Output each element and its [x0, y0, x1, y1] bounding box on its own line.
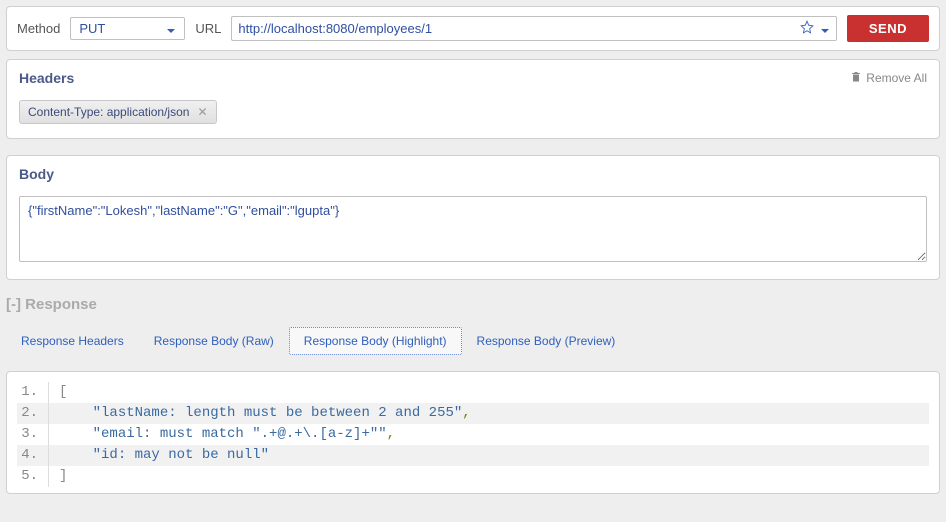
line-number: 3. — [17, 424, 49, 445]
body-textarea[interactable] — [19, 196, 927, 262]
response-tab[interactable]: Response Headers — [6, 327, 139, 355]
code-content: "email: must match ".+@.+\.[a-z]+"", — [59, 424, 929, 445]
response-tabs: Response HeadersResponse Body (Raw)Respo… — [6, 327, 940, 355]
url-input-wrapper — [231, 16, 836, 41]
method-value: PUT — [79, 21, 105, 36]
line-number: 1. — [17, 382, 49, 403]
line-number: 4. — [17, 445, 49, 466]
line-number: 2. — [17, 403, 49, 424]
code-content: ] — [59, 466, 929, 487]
body-panel: Body — [6, 155, 940, 280]
response-code-panel: 1. [2. "lastName: length must be between … — [6, 371, 940, 494]
response-tab[interactable]: Response Body (Preview) — [462, 327, 631, 355]
trash-icon — [850, 71, 862, 86]
headers-title: Headers — [19, 70, 74, 86]
method-label: Method — [17, 21, 60, 36]
response-section: [-] Response Response HeadersResponse Bo… — [6, 296, 940, 494]
code-line: 3. "email: must match ".+@.+\.[a-z]+"", — [17, 424, 929, 445]
request-bar: Method PUT URL SEND — [6, 6, 940, 51]
star-icon[interactable] — [800, 20, 814, 37]
header-tag-text: Content-Type: application/json — [28, 105, 189, 119]
headers-panel: Headers Remove All Content-Type: applica… — [6, 59, 940, 139]
code-content: "lastName: length must be between 2 and … — [59, 403, 929, 424]
chevron-down-icon — [166, 24, 176, 34]
code-content: "id: may not be null" — [59, 445, 929, 466]
send-button[interactable]: SEND — [847, 15, 929, 42]
response-tab[interactable]: Response Body (Highlight) — [289, 327, 462, 355]
line-number: 5. — [17, 466, 49, 487]
header-tag[interactable]: Content-Type: application/json ✕ — [19, 100, 217, 124]
code-line: 2. "lastName: length must be between 2 a… — [17, 403, 929, 424]
close-icon[interactable]: ✕ — [197, 105, 207, 119]
chevron-down-icon[interactable] — [820, 24, 830, 34]
code-content: [ — [59, 382, 929, 403]
body-title: Body — [19, 166, 54, 182]
code-line: 1. [ — [17, 382, 929, 403]
code-line: 4. "id: may not be null" — [17, 445, 929, 466]
remove-all-button[interactable]: Remove All — [850, 71, 927, 86]
remove-all-label: Remove All — [866, 71, 927, 85]
code-line: 5.] — [17, 466, 929, 487]
url-label: URL — [195, 21, 221, 36]
response-title: [-] Response — [6, 296, 940, 313]
response-tab[interactable]: Response Body (Raw) — [139, 327, 289, 355]
url-input[interactable] — [238, 21, 799, 36]
method-dropdown[interactable]: PUT — [70, 17, 185, 40]
